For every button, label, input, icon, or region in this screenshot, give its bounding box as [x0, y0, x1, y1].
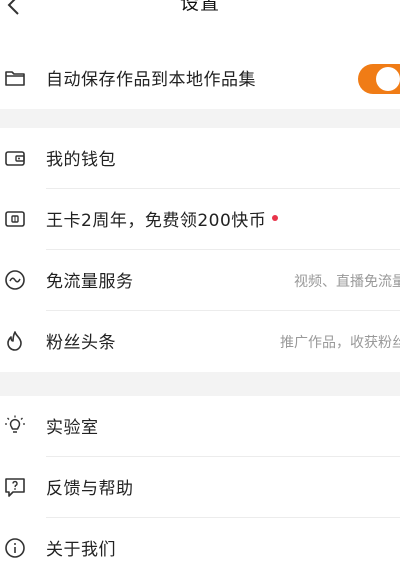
wave-circle-icon [4, 269, 26, 291]
folder-icon [4, 67, 26, 89]
settings-item-wallet[interactable]: 我的钱包 [0, 128, 400, 189]
top-bar: 设置 [0, 0, 400, 48]
section-gap [0, 372, 400, 396]
free-data-label: 免流量服务 [46, 272, 134, 292]
settings-item-free-data[interactable]: 免流量服务 视频、直播免流量 [0, 250, 400, 311]
info-icon [4, 537, 26, 559]
feedback-label: 反馈与帮助 [46, 479, 134, 499]
wangka-label-text: 王卡2周年，免费领200快币 [46, 211, 267, 231]
lab-label: 实验室 [46, 418, 99, 438]
sim-card-icon [4, 208, 26, 230]
section-gap [0, 109, 400, 128]
wangka-label: 王卡2周年，免费领200快币 [46, 206, 279, 231]
settings-item-fans-headline[interactable]: 粉丝头条 推广作品，收获粉丝 [0, 311, 400, 372]
autosave-toggle[interactable] [358, 64, 400, 94]
flame-icon [4, 330, 26, 352]
page-title: 设置 [179, 0, 220, 14]
settings-item-about[interactable]: 关于我们 [0, 518, 400, 579]
settings-item-feedback[interactable]: 反馈与帮助 [0, 457, 400, 518]
autosave-label: 自动保存作品到本地作品集 [46, 70, 256, 90]
lightbulb-icon [4, 415, 26, 437]
toggle-knob [376, 67, 400, 91]
free-data-hint: 视频、直播免流量 [294, 274, 400, 290]
wallet-label: 我的钱包 [46, 150, 116, 170]
fans-headline-label: 粉丝头条 [46, 333, 116, 353]
autosave-setting-row[interactable]: 自动保存作品到本地作品集 [0, 48, 400, 109]
question-bubble-icon [4, 476, 26, 498]
about-label: 关于我们 [46, 540, 116, 560]
red-dot-badge [272, 215, 279, 221]
settings-item-lab[interactable]: 实验室 [0, 396, 400, 457]
wallet-icon [4, 147, 26, 169]
fans-headline-hint: 推广作品，收获粉丝 [280, 335, 400, 351]
settings-item-wangka-promo[interactable]: 王卡2周年，免费领200快币 [0, 189, 400, 250]
